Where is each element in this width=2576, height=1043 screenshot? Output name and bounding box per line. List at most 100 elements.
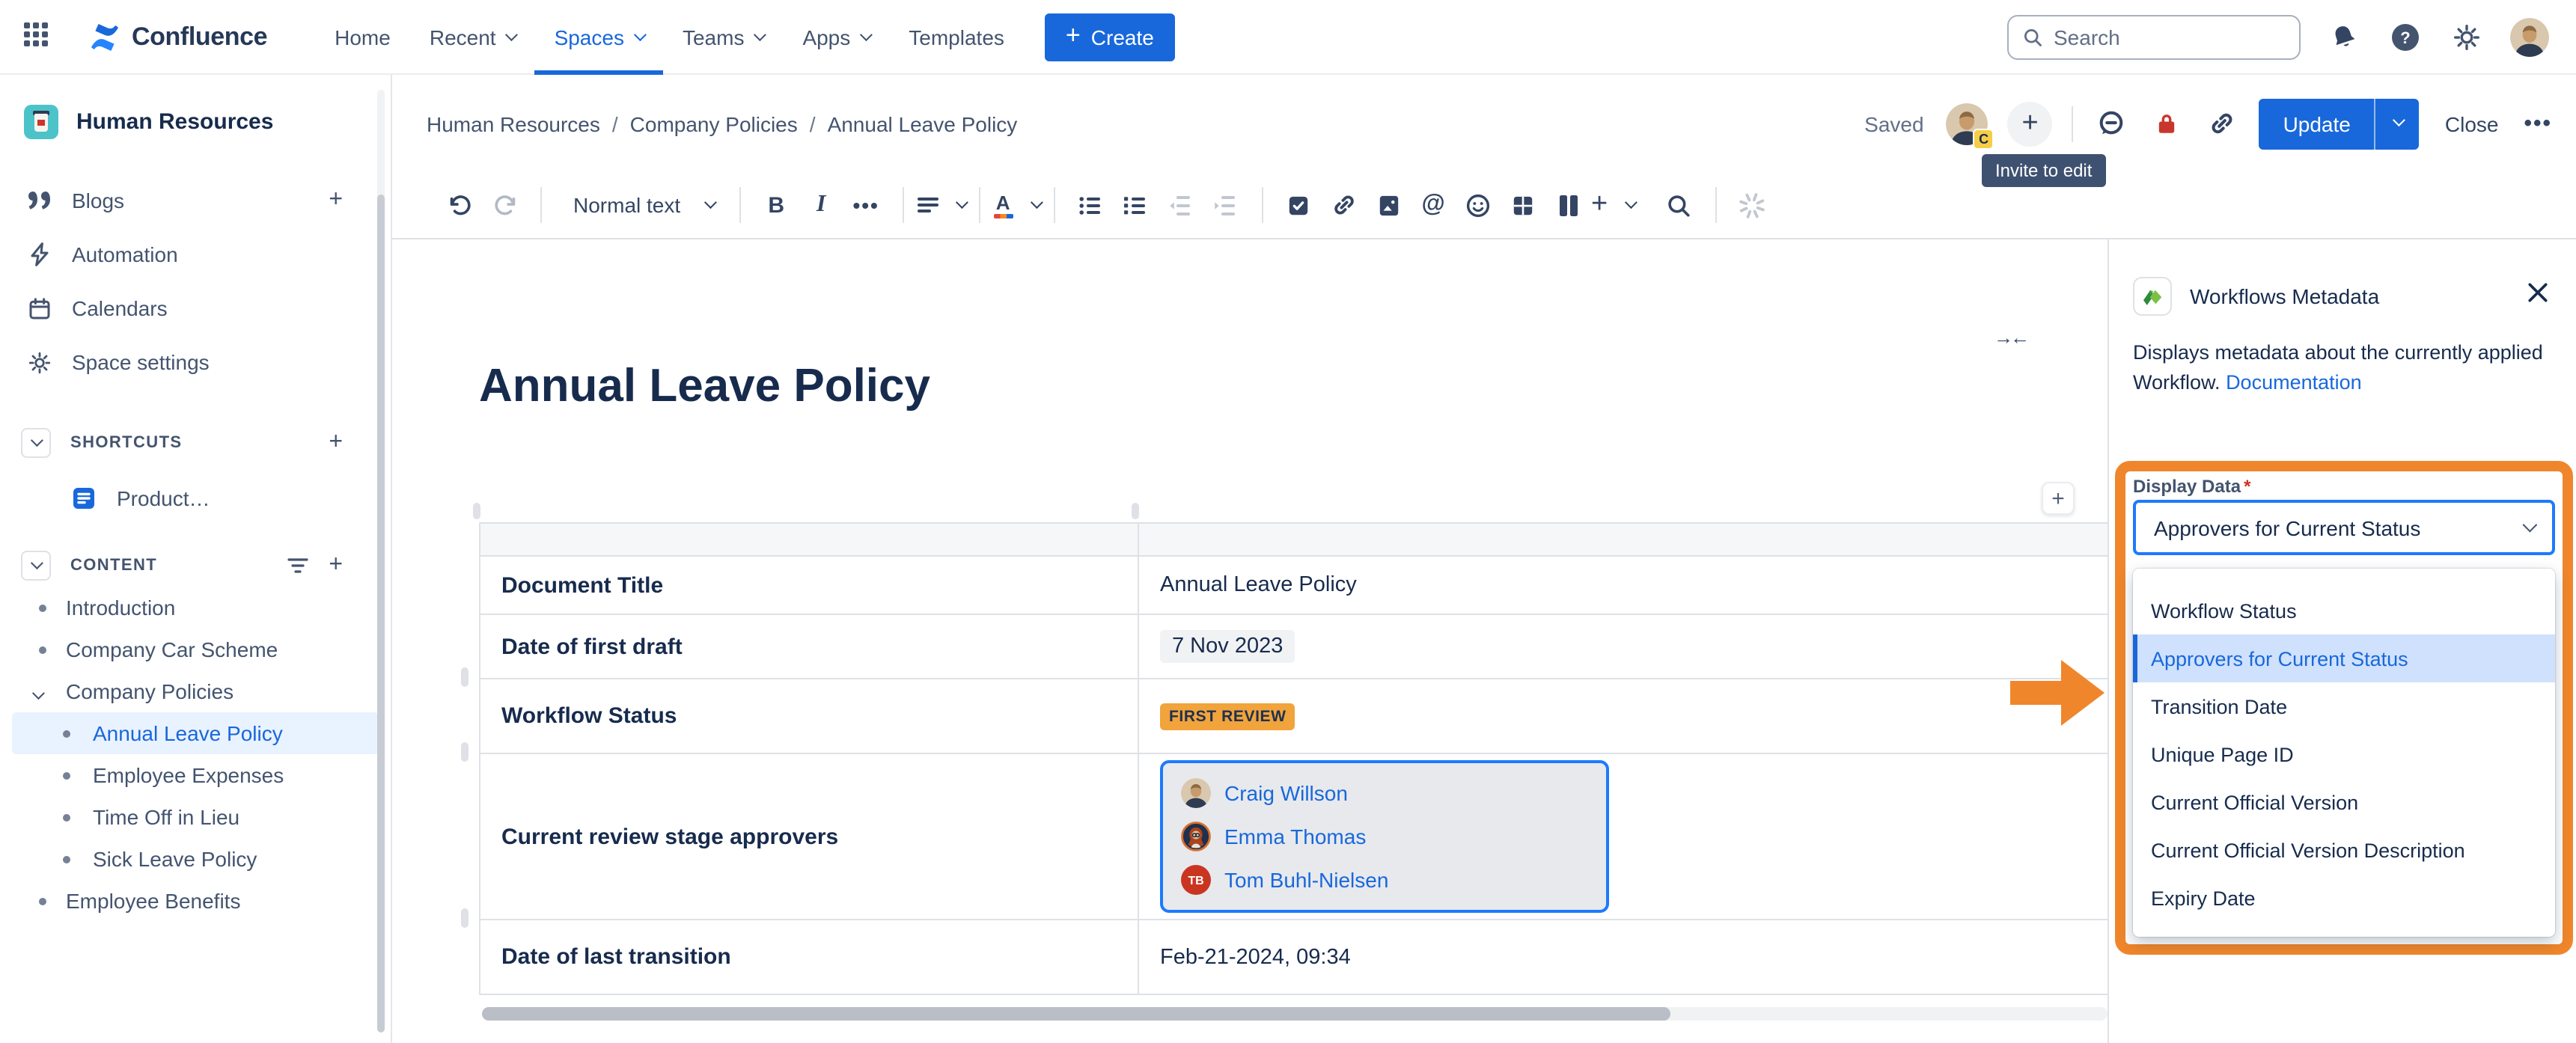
column-handle[interactable]: [473, 503, 480, 519]
tree-item-employee-expenses[interactable]: Employee Expenses: [12, 754, 379, 796]
invite-to-edit-button[interactable]: +: [2008, 101, 2053, 146]
tree-item-sick-leave-policy[interactable]: Sick Leave Policy: [12, 838, 379, 880]
nav-item-templates[interactable]: Templates: [889, 0, 1024, 74]
close-button[interactable]: Close: [2439, 111, 2505, 135]
more-options-icon[interactable]: •••: [2524, 111, 2552, 136]
sidebar-item-blogs[interactable]: Blogs+: [0, 174, 391, 227]
layouts-icon[interactable]: [1545, 183, 1590, 227]
editor-canvas[interactable]: →← Annual Leave Policy + Document TitleA…: [392, 239, 2108, 1043]
display-data-select[interactable]: Approvers for Current Status: [2133, 500, 2555, 555]
app-switcher-icon[interactable]: [24, 22, 54, 52]
collapse-width-icon[interactable]: →←: [1994, 326, 2027, 349]
inline-comment-icon[interactable]: [2093, 105, 2129, 141]
shortcut-item-product[interactable]: Product…: [0, 476, 391, 521]
nav-item-recent[interactable]: Recent: [410, 0, 535, 74]
tree-item-company-policies[interactable]: Company Policies: [12, 670, 379, 712]
copy-link-icon[interactable]: [2204, 105, 2240, 141]
status-badge[interactable]: FIRST REVIEW: [1160, 703, 1295, 730]
bullet-list-button[interactable]: [1068, 183, 1113, 227]
horizontal-scrollbar-thumb[interactable]: [482, 1007, 1670, 1021]
numbered-list-button[interactable]: [1113, 183, 1158, 227]
sidebar-scrollbar-thumb[interactable]: [377, 195, 385, 1033]
breadcrumb-item-annual-leave-policy[interactable]: Annual Leave Policy: [828, 111, 1018, 135]
collaborator-avatar[interactable]: C: [1947, 103, 1989, 144]
table-row-date-of-last-transition[interactable]: Date of last transitionFeb-21-2024, 09:3…: [480, 920, 2108, 994]
emoji-icon[interactable]: [1456, 183, 1501, 227]
search-input[interactable]: [2054, 25, 2248, 49]
sidebar-item-space-settings[interactable]: Space settings: [0, 335, 391, 389]
option-current-official-version-description[interactable]: Current Official Version Description: [2133, 826, 2555, 874]
row-handle[interactable]: [461, 742, 468, 762]
more-formatting-icon[interactable]: •••: [843, 183, 888, 227]
user-avatar[interactable]: [2510, 17, 2549, 56]
add-icon[interactable]: +: [329, 187, 343, 214]
approvers-macro[interactable]: Craig WillsonEmma ThomasTBTom Buhl-Niels…: [1160, 760, 1609, 913]
nav-item-spaces[interactable]: Spaces: [535, 0, 663, 74]
table-row-current-review-stage-approvers[interactable]: Current review stage approversCraig Will…: [480, 754, 2108, 920]
tree-item-annual-leave-policy[interactable]: Annual Leave Policy: [12, 712, 379, 754]
breadcrumb-item-human-resources[interactable]: Human Resources: [427, 111, 600, 135]
italic-button[interactable]: I: [799, 183, 843, 227]
option-approvers-for-current-status[interactable]: Approvers for Current Status: [2133, 634, 2555, 682]
add-shortcut-icon[interactable]: +: [329, 429, 343, 456]
add-column-button[interactable]: +: [2042, 482, 2075, 515]
create-button[interactable]: + Create: [1045, 13, 1175, 61]
filter-icon[interactable]: [287, 557, 308, 575]
table-row-document-title[interactable]: Document TitleAnnual Leave Policy: [480, 557, 2108, 615]
space-header[interactable]: Human Resources: [0, 75, 391, 160]
option-expiry-date[interactable]: Expiry Date: [2133, 874, 2555, 922]
text-color-dropdown[interactable]: A: [993, 183, 1040, 227]
settings-gear-icon[interactable]: [2449, 19, 2485, 55]
date-lozenge[interactable]: 7 Nov 2023: [1160, 630, 1295, 663]
shortcuts-collapse-button[interactable]: [21, 428, 51, 458]
insert-table-icon[interactable]: [1501, 183, 1545, 227]
ai-sparkle-icon[interactable]: [1730, 183, 1774, 227]
chevron-down-icon[interactable]: [33, 679, 42, 703]
nav-item-apps[interactable]: Apps: [783, 0, 889, 74]
panel-close-icon[interactable]: [2527, 281, 2549, 311]
text-style-dropdown[interactable]: Normal text: [555, 183, 725, 227]
nav-item-teams[interactable]: Teams: [663, 0, 783, 74]
find-replace-icon[interactable]: [1656, 183, 1701, 227]
notifications-bell-icon[interactable]: [2326, 19, 2362, 55]
insert-more-dropdown[interactable]: +: [1590, 183, 1635, 227]
tree-item-employee-benefits[interactable]: Employee Benefits: [12, 880, 379, 922]
text-align-dropdown[interactable]: [917, 183, 965, 227]
content-collapse-button[interactable]: [21, 551, 51, 581]
outdent-icon[interactable]: [1158, 183, 1203, 227]
page-title[interactable]: Annual Leave Policy: [479, 359, 930, 413]
tree-item-time-off-in-lieu[interactable]: Time Off in Lieu: [12, 796, 379, 838]
option-workflow-status[interactable]: Workflow Status: [2133, 587, 2555, 634]
row-handle[interactable]: [461, 667, 468, 687]
help-icon[interactable]: ?: [2387, 19, 2423, 55]
user-link[interactable]: Tom Buhl-Nielsen: [1224, 868, 1388, 892]
insert-image-icon[interactable]: [1366, 183, 1411, 227]
indent-icon[interactable]: [1203, 183, 1248, 227]
table-row-workflow-status[interactable]: Workflow StatusFIRST REVIEW: [480, 679, 2108, 754]
metadata-table[interactable]: Document TitleAnnual Leave PolicyDate of…: [479, 522, 2108, 995]
add-page-icon[interactable]: +: [329, 552, 343, 579]
bold-button[interactable]: B: [754, 183, 799, 227]
insert-link-icon[interactable]: [1321, 183, 1366, 227]
user-link[interactable]: Craig Willson: [1224, 781, 1348, 805]
update-button[interactable]: Update: [2259, 98, 2375, 149]
search-box[interactable]: [2007, 14, 2301, 59]
option-unique-page-id[interactable]: Unique Page ID: [2133, 730, 2555, 778]
tree-item-introduction[interactable]: Introduction: [12, 587, 379, 628]
undo-icon[interactable]: [437, 183, 482, 227]
restrictions-lock-icon[interactable]: [2149, 105, 2185, 141]
table-row-date-of-first-draft[interactable]: Date of first draft7 Nov 2023: [480, 615, 2108, 679]
redo-icon[interactable]: [482, 183, 527, 227]
mention-icon[interactable]: @: [1411, 183, 1456, 227]
update-options-button[interactable]: [2375, 98, 2420, 149]
column-handle[interactable]: [1132, 503, 1139, 519]
user-link[interactable]: Emma Thomas: [1224, 825, 1366, 848]
sidebar-item-calendars[interactable]: Calendars: [0, 281, 391, 335]
breadcrumb-item-company-policies[interactable]: Company Policies: [630, 111, 798, 135]
table-header-strip[interactable]: [480, 524, 2108, 557]
documentation-link[interactable]: Documentation: [2226, 372, 2362, 394]
nav-item-home[interactable]: Home: [315, 0, 410, 74]
option-current-official-version[interactable]: Current Official Version: [2133, 778, 2555, 826]
task-list-icon[interactable]: [1276, 183, 1321, 227]
row-handle[interactable]: [461, 908, 468, 928]
